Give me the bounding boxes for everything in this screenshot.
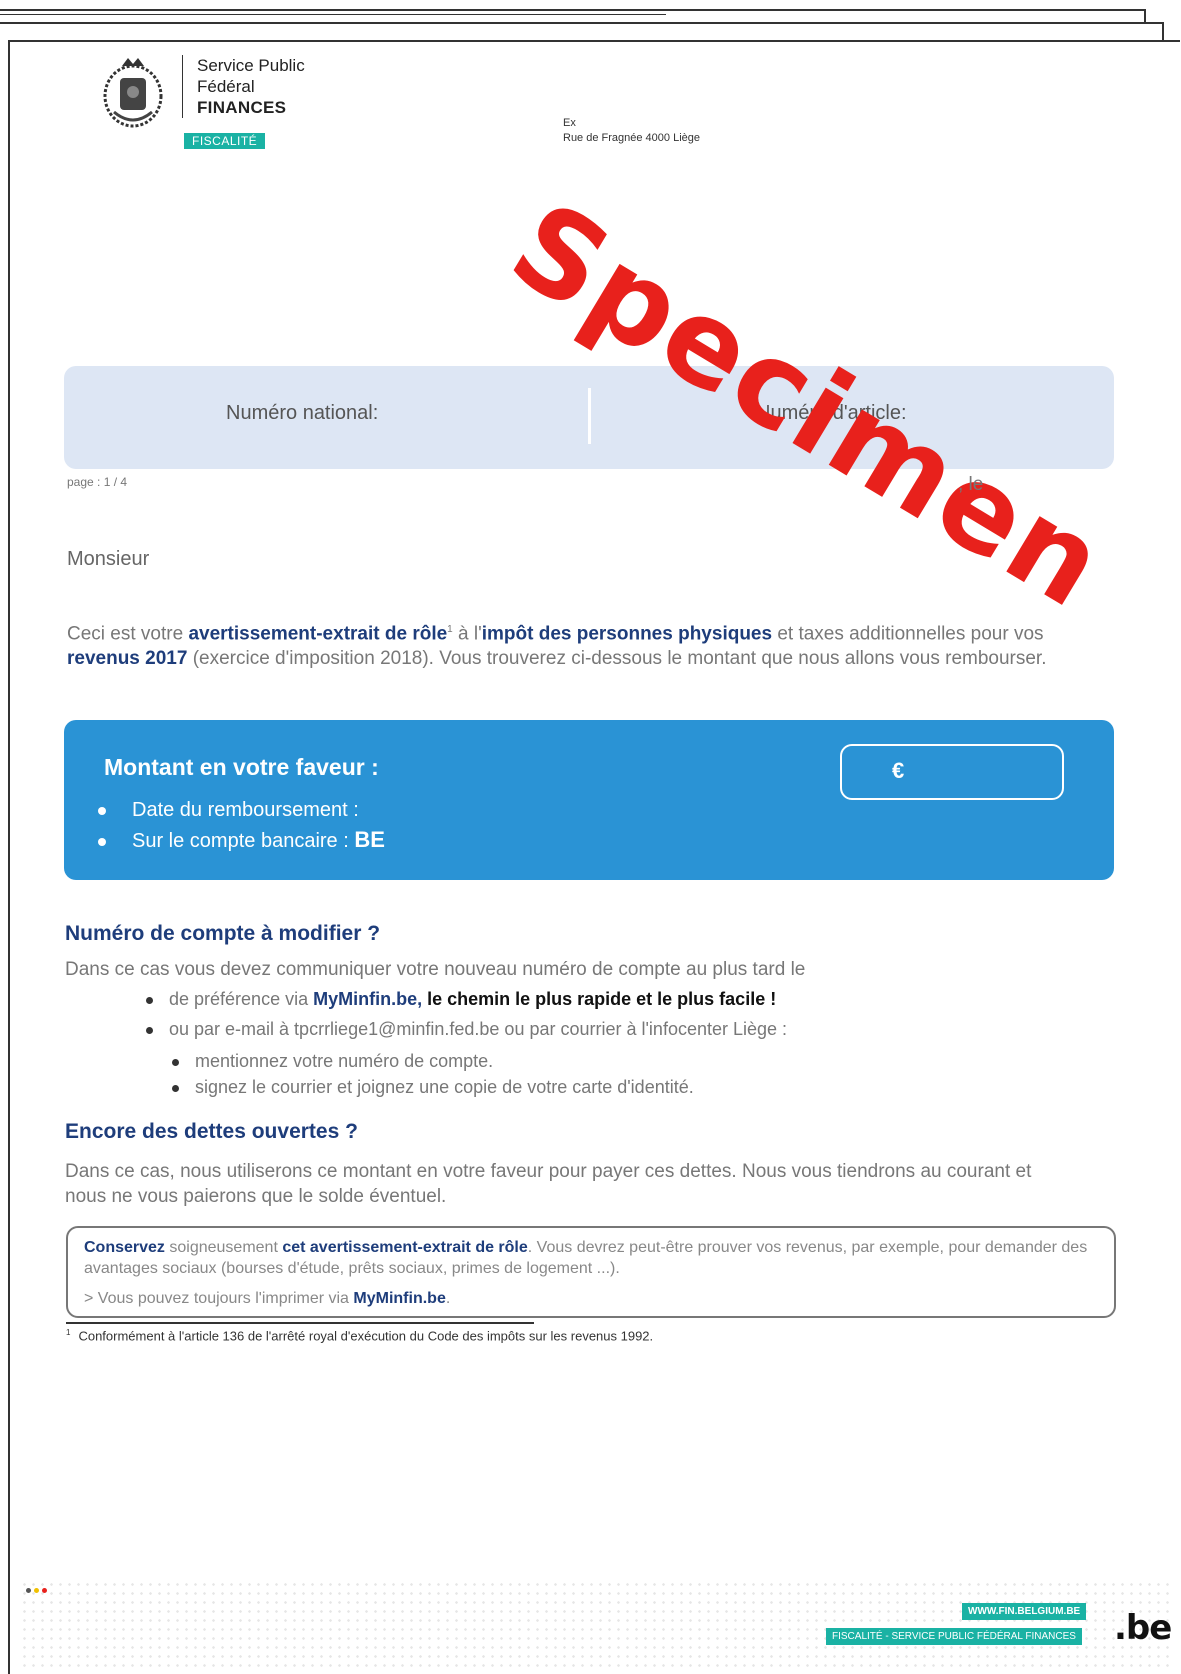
back-page-edge [0, 9, 1146, 11]
intro-text: et taxes additionnelles pour vos [772, 623, 1044, 645]
brand-line-1: Service Public [197, 56, 305, 75]
bank-account-prefix: BE [354, 827, 385, 852]
footnote-text: Conformément à l'article 136 de l'arrêté… [78, 1328, 654, 1344]
myminfin-link[interactable]: MyMinfin.be [353, 1290, 445, 1307]
list-item-bold: le chemin le plus rapide et le plus faci… [422, 989, 777, 1009]
intro-text: à l' [452, 623, 482, 645]
brand-line-3: FINANCES [197, 98, 287, 117]
bullet-icon [146, 996, 153, 1004]
footer-dot [42, 1588, 47, 1593]
intro-bold: impôt des personnes physiques [481, 623, 773, 645]
list-item-text: ou par e-mail à tpcrrliege1@minfin.fed.b… [169, 1019, 788, 1039]
notice-bold: Conservez [84, 1239, 165, 1256]
currency-symbol: € [892, 758, 905, 783]
intro-bold: revenus 2017 [67, 648, 188, 670]
fiscalite-badge: FISCALITÉ [184, 133, 266, 149]
bullet-icon [172, 1058, 179, 1066]
myminfin-link[interactable]: MyMinfin.be, [313, 989, 422, 1009]
bank-account-item: Sur le compte bancaire : BE [98, 825, 385, 856]
footnote: 1 Conformément à l'article 136 de l'arrêt… [66, 1328, 653, 1343]
bullet-icon [146, 1026, 153, 1034]
bullet-icon [98, 837, 106, 846]
bank-account-label: Sur le compte bancaire : [132, 830, 355, 852]
refund-date-item: Date du remboursement : [98, 796, 385, 825]
amount-box: Montant en votre faveur : Date du rembou… [64, 720, 1114, 880]
open-debts-heading: Encore des dettes ouvertes ? [65, 1120, 358, 1143]
keep-notice-text: Conservez soigneusement cet avertissemen… [84, 1237, 1104, 1279]
page-number: page : 1 / 4 [67, 475, 128, 489]
list-item-text: signez le courrier et joignez une copie … [195, 1077, 694, 1097]
national-number-label: Numéro national: [226, 402, 379, 424]
amount-details: Date du remboursement : Sur le compte ba… [98, 796, 385, 856]
greeting: Monsieur [67, 548, 150, 570]
brand-text: Service Public Fédéral FINANCES [182, 55, 305, 118]
back-page-edge-right [1144, 9, 1146, 23]
notice-bold: cet avertissement-extrait de rôle [282, 1239, 528, 1256]
modify-account-heading: Numéro de compte à modifier ? [65, 922, 381, 945]
open-debts-text: Dans ce cas, nous utiliserons ce montant… [65, 1161, 1032, 1207]
footer-service: FISCALITÉ - SERVICE PUBLIC FÉDÉRAL FINAN… [826, 1628, 1082, 1645]
footnote-number: 1 [66, 1328, 71, 1337]
date-suffix: , le [958, 474, 984, 495]
modify-account-text: Dans ce cas vous devez communiquer votre… [65, 959, 806, 980]
belgian-crest-logo [103, 58, 163, 128]
notice-text: . [445, 1290, 451, 1307]
list-item: mentionnez votre numéro de compte. [172, 1051, 493, 1072]
sender-line-2: Rue de Fragnée 4000 Liège [563, 132, 700, 144]
sender-line-1: Ex [563, 117, 576, 129]
notice-text: > Vous pouvez toujours l'imprimer via [84, 1290, 354, 1307]
list-item: ou par e-mail à tpcrrliege1@minfin.fed.b… [146, 1019, 787, 1040]
identification-divider [588, 388, 591, 444]
notice-text: soigneusement [164, 1239, 283, 1256]
intro-text: (exercice d'imposition 2018). Vous trouv… [187, 648, 1047, 670]
intro-bold: avertissement-extrait de rôle [188, 623, 448, 645]
back-page-edge-right [1162, 22, 1164, 40]
footer-dot [34, 1588, 39, 1593]
list-item: signez le courrier et joignez une copie … [172, 1077, 694, 1098]
list-item-text: de préférence via [169, 989, 314, 1009]
bullet-icon [172, 1084, 179, 1092]
amount-value-box: € [840, 744, 1064, 800]
refund-date-label: Date du remboursement : [132, 799, 359, 821]
brand-line-2: Fédéral [197, 77, 255, 96]
footer-dot-pattern [20, 1580, 1170, 1670]
back-page-edge [0, 14, 666, 15]
footnote-rule [66, 1322, 534, 1324]
keep-notice-box: Conservez soigneusement cet avertissemen… [66, 1226, 1116, 1318]
back-page-edge [0, 22, 1164, 24]
intro-paragraph: Ceci est votre avertissement-extrait de … [67, 617, 1102, 671]
bullet-icon [98, 806, 106, 815]
list-item-text: mentionnez votre numéro de compte. [195, 1051, 494, 1071]
amount-title: Montant en votre faveur : [104, 754, 379, 780]
list-item: de préférence via MyMinfin.be, le chemin… [146, 989, 776, 1010]
sender-address: Ex Rue de Fragnée 4000 Liège [563, 116, 700, 146]
print-hint: > Vous pouvez toujours l'imprimer via My… [84, 1290, 450, 1308]
intro-text: Ceci est votre [67, 623, 189, 645]
footer-dot [26, 1588, 31, 1593]
be-logo: .be [1114, 1608, 1172, 1648]
footer-url[interactable]: WWW.FIN.BELGIUM.BE [962, 1603, 1087, 1620]
